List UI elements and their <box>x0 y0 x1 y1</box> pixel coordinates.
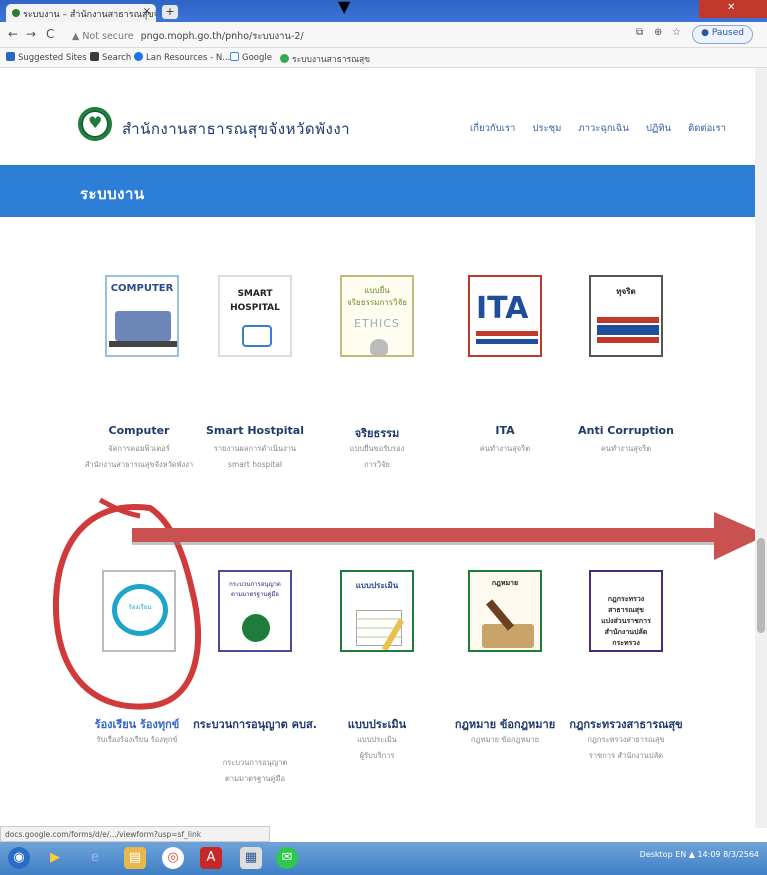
media-player-icon[interactable]: ▶ <box>44 847 66 869</box>
arrow-shaft-shadow <box>132 542 724 545</box>
page-scrollbar[interactable] <box>755 68 767 828</box>
system-tray[interactable]: Desktop EN ▲ 14:09 8/3/2564 <box>640 850 759 859</box>
arrow-shaft <box>132 528 724 542</box>
start-button[interactable]: ◉ <box>8 847 30 869</box>
file-explorer-icon[interactable]: ▤ <box>124 847 146 869</box>
word-icon[interactable]: ▦ <box>240 847 262 869</box>
chrome-icon[interactable]: ◎ <box>162 847 184 869</box>
status-bar: docs.google.com/forms/d/e/.../viewform?u… <box>0 826 270 842</box>
windows-taskbar: ◉ ▶ e ▤ ◎ A ▦ ✉ Desktop EN ▲ 14:09 8/3/2… <box>0 842 767 875</box>
acrobat-icon[interactable]: A <box>200 847 222 869</box>
internet-explorer-icon[interactable]: e <box>84 847 106 869</box>
scrollbar-thumb[interactable] <box>757 538 765 633</box>
annotation-overlay <box>52 497 767 710</box>
line-app-icon[interactable]: ✉ <box>276 847 298 869</box>
